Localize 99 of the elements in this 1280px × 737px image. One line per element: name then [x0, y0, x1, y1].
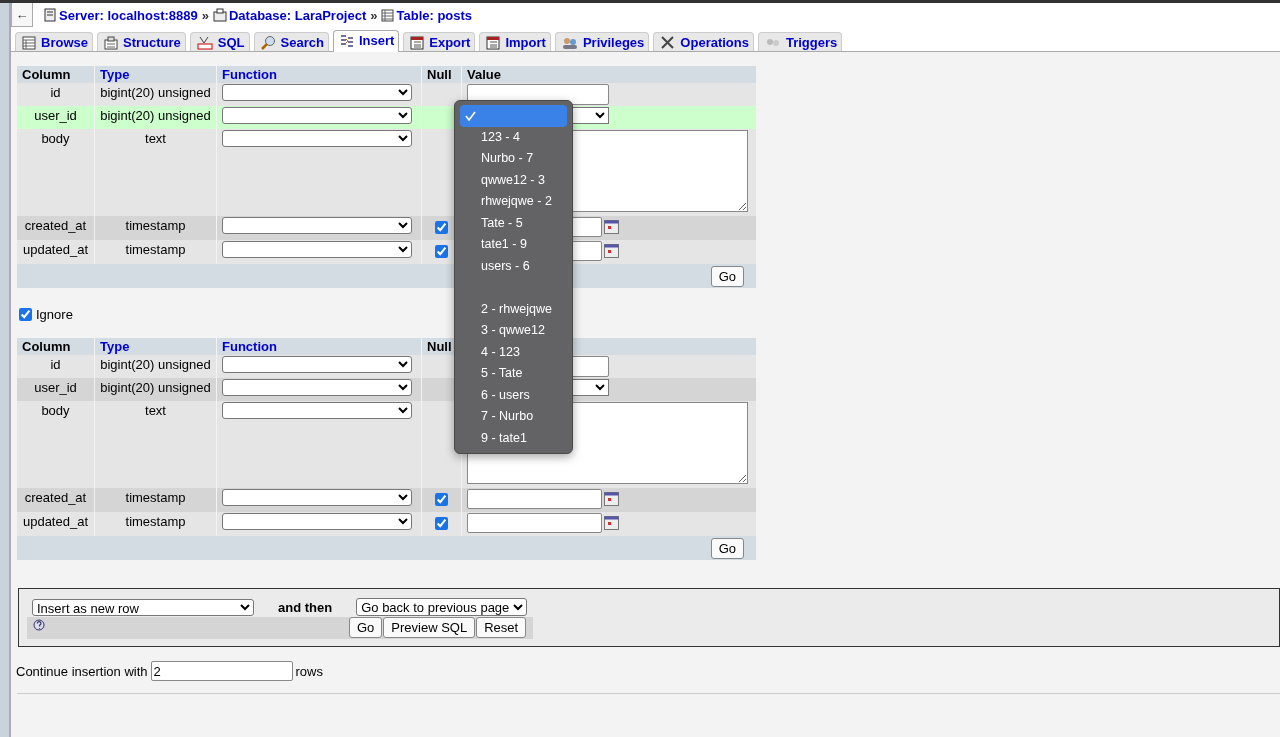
function-select[interactable] [222, 130, 412, 147]
table-icon [381, 8, 395, 22]
column-header: Value [462, 66, 756, 83]
function-select[interactable] [222, 379, 412, 396]
dropdown-option[interactable]: users - 6 [460, 255, 567, 277]
type-cell: bigint(20) unsigned [95, 83, 216, 106]
tab[interactable]: Triggers [757, 32, 843, 51]
type-cell: bigint(20) unsigned [95, 355, 216, 378]
function-select[interactable] [222, 84, 412, 101]
search-icon [260, 35, 276, 50]
column-name-cell: body [17, 401, 94, 488]
column-name-cell: body [17, 129, 94, 216]
go-button[interactable]: Go [710, 266, 744, 287]
column-name-cell: id [17, 355, 94, 378]
after-insert-select[interactable]: Go back to previous page [356, 598, 528, 616]
dropdown-option[interactable]: 4 - 123 [460, 341, 567, 363]
column-header[interactable]: Function [217, 66, 421, 83]
action-button[interactable]: Reset [476, 617, 527, 638]
function-select[interactable] [222, 107, 412, 124]
function-select[interactable] [222, 217, 412, 234]
tab[interactable]: Export [403, 32, 476, 51]
dropdown-option[interactable]: Tate - 5 [460, 212, 567, 234]
type-cell: bigint(20) unsigned [95, 378, 216, 401]
insert-mode-select[interactable]: Insert as new row [32, 598, 254, 616]
null-checkbox[interactable] [435, 493, 448, 506]
rows-label: rows [295, 663, 323, 679]
ignore-label: Ignore [36, 307, 73, 322]
tab[interactable]: Insert [332, 30, 400, 52]
tab[interactable]: Browse [15, 32, 93, 51]
calendar-icon[interactable] [604, 492, 619, 506]
action-button[interactable]: Preview SQL [383, 617, 476, 638]
dropdown-option[interactable]: rhwejqwe - 2 [460, 191, 567, 213]
column-header[interactable]: Type [95, 66, 216, 83]
rows-count-input[interactable]: 2 [150, 661, 293, 681]
breadcrumb-separator: » [201, 7, 209, 23]
action-button[interactable]: Go [349, 617, 383, 638]
dropdown-option[interactable]: 2 - rhwejqwe [460, 298, 567, 320]
type-cell: timestamp [95, 512, 216, 536]
ignore-checkbox[interactable] [19, 308, 32, 321]
dropdown-option[interactable]: tate1 - 9 [460, 234, 567, 256]
datetime-input[interactable] [467, 489, 602, 509]
null-checkbox[interactable] [435, 245, 448, 258]
tab[interactable]: Search [253, 32, 329, 51]
tab[interactable]: Import [479, 32, 551, 51]
column-header[interactable]: Function [217, 338, 421, 355]
breadcrumb-link[interactable]: Table: posts [381, 7, 473, 23]
column-name-cell: user_id [17, 106, 94, 129]
dropdown-option[interactable]: 123 - 4 [460, 126, 567, 148]
calendar-icon[interactable] [604, 244, 619, 258]
column-header: Null [422, 66, 461, 83]
column-name-cell: updated_at [17, 240, 94, 264]
go-button[interactable]: Go [710, 538, 744, 559]
tab[interactable]: Structure [96, 32, 186, 51]
calendar-icon[interactable] [604, 220, 619, 234]
function-select[interactable] [222, 356, 412, 373]
column-header: Column [17, 338, 94, 355]
function-select[interactable] [222, 489, 412, 506]
tab[interactable]: Privileges [554, 32, 650, 51]
server-icon [43, 8, 57, 22]
dropdown-option[interactable]: 5 - Tate [460, 363, 567, 385]
dropdown-option[interactable]: 9 - tate1 [460, 427, 567, 449]
breadcrumb-link[interactable]: Server: localhost:8889 [43, 7, 198, 23]
insert-rows-icon [339, 33, 354, 48]
column-name-cell: user_id [17, 378, 94, 401]
datetime-input[interactable] [467, 513, 602, 533]
back-button[interactable]: ← [11, 3, 33, 27]
dropdown-option[interactable]: Nurbo - 7 [460, 148, 567, 170]
function-select[interactable] [222, 402, 412, 419]
tab[interactable]: SQL [189, 32, 250, 51]
null-checkbox[interactable] [435, 517, 448, 530]
dropdown-option[interactable]: qwwe12 - 3 [460, 169, 567, 191]
function-select[interactable] [222, 241, 412, 258]
type-cell: text [95, 129, 216, 216]
database-icon [212, 8, 227, 22]
type-cell: text [95, 401, 216, 488]
dropdown-option[interactable]: 7 - Nurbo [460, 406, 567, 428]
breadcrumb-separator: » [370, 7, 378, 23]
column-name-cell: id [17, 83, 94, 106]
type-cell: timestamp [95, 488, 216, 512]
tab[interactable]: Operations [653, 32, 754, 51]
breadcrumb-link[interactable]: Database: LaraProject [212, 7, 367, 23]
null-checkbox[interactable] [435, 221, 448, 234]
function-select[interactable] [222, 513, 412, 530]
dropdown-option[interactable]: 6 - users [460, 384, 567, 406]
column-header: Column [17, 66, 94, 83]
column-header[interactable]: Type [95, 338, 216, 355]
help-icon[interactable] [33, 619, 45, 631]
type-cell: bigint(20) unsigned [95, 106, 216, 129]
dropdown-option[interactable]: 3 - qwwe12 [460, 320, 567, 342]
type-cell: timestamp [95, 216, 216, 240]
users-icon [561, 35, 578, 50]
column-name-cell: updated_at [17, 512, 94, 536]
and-then-label: and then [278, 599, 333, 615]
column-name-cell: created_at [17, 216, 94, 240]
check-icon [465, 110, 476, 121]
type-cell: timestamp [95, 240, 216, 264]
calendar-icon[interactable] [604, 516, 619, 530]
column-name-cell: created_at [17, 488, 94, 512]
continue-label: Continue insertion with [16, 663, 148, 679]
